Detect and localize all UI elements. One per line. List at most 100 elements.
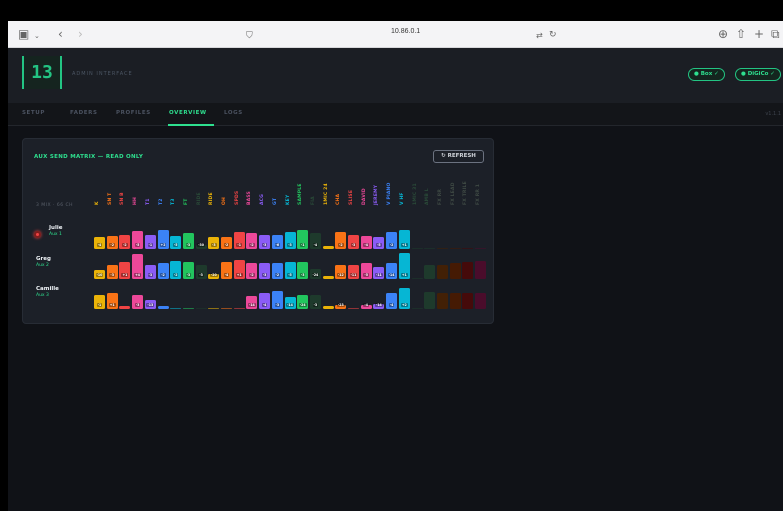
send-level-value: -1 (145, 243, 156, 247)
send-level-value: -3 (107, 273, 118, 277)
chevron-down-icon[interactable]: ⌄ (34, 29, 40, 43)
channel-header: FX RR 1 (475, 179, 482, 205)
send-level-text: -1 (96, 303, 103, 307)
send-level-bar: -3 (106, 264, 118, 279)
send-level-text: -1 (236, 243, 242, 247)
channel-header: K (94, 179, 101, 205)
send-level-bar: +1 (119, 262, 131, 279)
reload-icon[interactable]: ↻ (549, 28, 557, 42)
channel-header-label: V HF (399, 192, 405, 205)
send-level-text: -2 (122, 243, 128, 247)
send-level-text: -24 (311, 273, 320, 277)
channel-header: FX TRILE (462, 179, 469, 205)
channel-header: HH (132, 179, 139, 205)
send-level-bar: -1 (297, 229, 309, 249)
send-level-bar (462, 293, 474, 309)
channel-header: T1 (145, 179, 152, 205)
send-level-value: -2 (335, 243, 346, 247)
send-level-bar: -24 (297, 294, 309, 309)
mix-row[interactable]: Julie Aux 1 -4 -2 -2 -5 -1 +2 -5 -3 -30 -3 -2 -1 -2 -3 -… (23, 223, 495, 249)
status-badge-digico: ● DiGiCo ✓ (735, 68, 781, 81)
send-level-text: -3 (299, 273, 306, 277)
channel-header: SN B (119, 179, 126, 205)
send-level-value: -3 (183, 243, 194, 247)
back-icon[interactable]: ‹ (58, 27, 63, 41)
refresh-button[interactable]: ↻ REFRESH (433, 150, 484, 163)
address-bar[interactable]: 10.86.0.1 (391, 28, 420, 35)
channel-header-label: FX TRILE (463, 181, 469, 205)
send-level-bar: -1 (144, 234, 156, 249)
send-level-text: -2 (274, 273, 281, 277)
channel-header: JEREMY (373, 179, 380, 205)
tab-logs[interactable]: LOGS (224, 110, 243, 116)
channel-header-label: FT (183, 198, 189, 205)
send-level-bar: -5 (132, 230, 144, 249)
send-level-text: -4 (223, 273, 230, 277)
forward-icon[interactable]: › (78, 27, 83, 41)
send-level-text: -3 (109, 273, 115, 277)
send-level-value: -1 (94, 303, 105, 307)
send-level-bar (475, 247, 486, 249)
mix-row[interactable]: Greg Aux 2 -10 -3 +1 +4 -3 -2 -2 -3 -3 -20 -4 +1 -2 -3 -… (23, 253, 495, 279)
channel-header: FX LEAD (450, 179, 457, 205)
send-level-value: -5 (285, 273, 296, 277)
tab-faders[interactable]: FADERS (70, 110, 98, 116)
shield-icon: ⛉ (246, 31, 253, 41)
mix-row[interactable]: Camille Aux 3 -1 +1 -3 -13 -14 -4 -3 -14 -24 -3 -23 -… (23, 283, 495, 309)
send-level-text: -20 (209, 273, 218, 277)
channel-header: T3 (170, 179, 177, 205)
tab-profiles[interactable]: PROFILES (116, 110, 151, 116)
tab-overview[interactable]: OVERVIEW (169, 110, 207, 116)
send-level-text: -14 (387, 273, 396, 277)
share-icon[interactable]: ⇧ (736, 27, 746, 41)
send-level-text: -11 (375, 273, 383, 277)
tabs-overview-icon[interactable]: ⧉ (771, 27, 780, 41)
send-level-bar (462, 262, 474, 279)
send-level-bar: -2 (271, 263, 283, 279)
send-level-bar: -3 (348, 234, 359, 249)
send-level-text: -10 (95, 273, 104, 277)
status-badge-box: ● Box ✓ (688, 68, 725, 81)
send-level-text: +1 (108, 303, 116, 307)
channel-header: FX RR (437, 179, 444, 205)
new-tab-icon[interactable]: + (754, 27, 764, 41)
send-level-value: -4 (361, 303, 372, 307)
panel-title: AUX SEND MATRIX — READ ONLY (34, 154, 144, 160)
channel-header: T2 (158, 179, 165, 205)
send-level-value: -4 (259, 303, 270, 307)
send-level-bar: -14 (373, 303, 385, 309)
channel-header-label: DAVID (361, 188, 367, 205)
send-level-bar: -3 (297, 262, 309, 279)
send-level-value: -30 (196, 243, 207, 247)
status-dot-icon: ● (694, 71, 701, 77)
active-indicator-icon (34, 231, 41, 238)
send-level-bar (322, 246, 334, 249)
send-level-text: -14 (286, 303, 294, 307)
send-level-bar: -2 (119, 234, 131, 249)
send-level-text: +2 (159, 243, 167, 247)
send-level-text: -3 (312, 303, 319, 307)
channel-header: OH (221, 179, 228, 205)
send-level-text: -14 (375, 303, 383, 307)
translate-icon[interactable]: ⇄ (536, 29, 543, 43)
send-level-bar: -5 (284, 262, 296, 279)
send-level-bar (119, 306, 131, 309)
send-level-value: -24 (310, 273, 321, 277)
download-icon[interactable]: ⊕ (718, 27, 728, 41)
send-level-value: -3 (196, 273, 207, 277)
send-level-value: -3 (132, 303, 143, 307)
send-level-bar: -13 (144, 299, 156, 309)
send-level-text: -13 (146, 303, 155, 307)
send-level-bar: -2 (386, 232, 398, 249)
send-level-bar: -20 (208, 273, 220, 279)
channel-header: V HF (399, 179, 406, 205)
send-level-bar: -2 (106, 236, 118, 249)
send-level-bar: -4 (360, 236, 372, 249)
tab-setup[interactable]: SETUP (22, 110, 45, 116)
send-level-bar (424, 264, 436, 279)
channel-header-label: KEY (285, 194, 291, 205)
sidebar-toggle-icon[interactable]: ▣ (18, 27, 29, 41)
send-level-value: -2 (107, 243, 118, 247)
channel-header-label: AMB L (425, 188, 431, 205)
send-level-bar: -3 (284, 232, 296, 249)
